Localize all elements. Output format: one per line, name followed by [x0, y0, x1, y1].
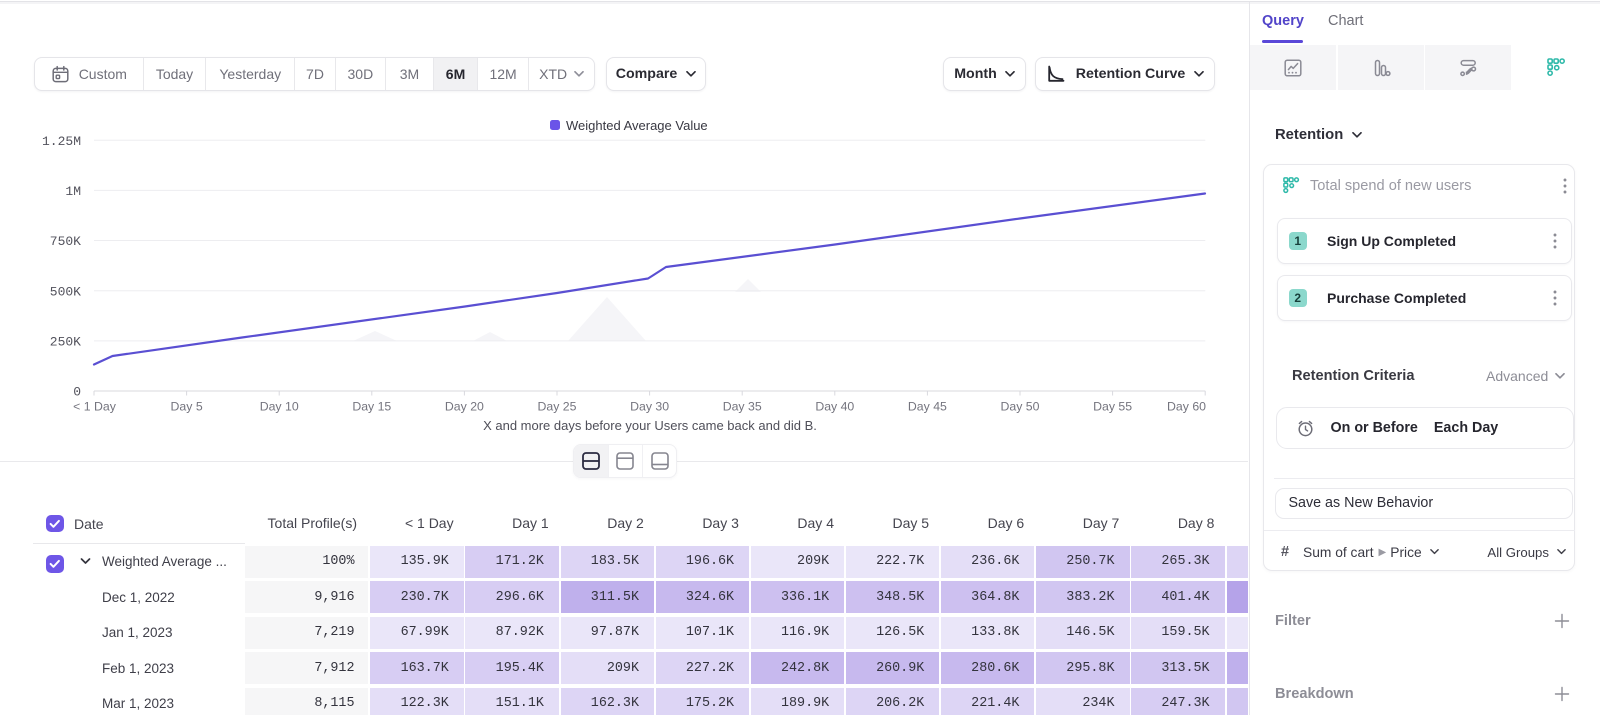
- svg-text:750K: 750K: [50, 234, 81, 249]
- svg-text:< 1 Day: < 1 Day: [73, 400, 117, 414]
- svg-text:Day 5: Day 5: [171, 400, 203, 414]
- svg-text:250K: 250K: [50, 334, 81, 349]
- svg-text:Day 25: Day 25: [538, 400, 577, 414]
- svg-text:500K: 500K: [50, 284, 81, 299]
- svg-text:0: 0: [73, 385, 81, 400]
- svg-text:Day 50: Day 50: [1001, 400, 1040, 414]
- svg-text:Day 40: Day 40: [815, 400, 854, 414]
- svg-text:Day 20: Day 20: [445, 400, 484, 414]
- svg-text:Day 60: Day 60: [1167, 400, 1206, 414]
- svg-text:Day 55: Day 55: [1093, 400, 1132, 414]
- svg-text:1M: 1M: [65, 184, 81, 199]
- svg-text:1.25M: 1.25M: [42, 134, 81, 149]
- svg-text:Day 15: Day 15: [352, 400, 391, 414]
- svg-text:Day 35: Day 35: [723, 400, 762, 414]
- svg-text:Day 45: Day 45: [908, 400, 947, 414]
- svg-text:Day 30: Day 30: [630, 400, 669, 414]
- svg-text:Day 10: Day 10: [260, 400, 299, 414]
